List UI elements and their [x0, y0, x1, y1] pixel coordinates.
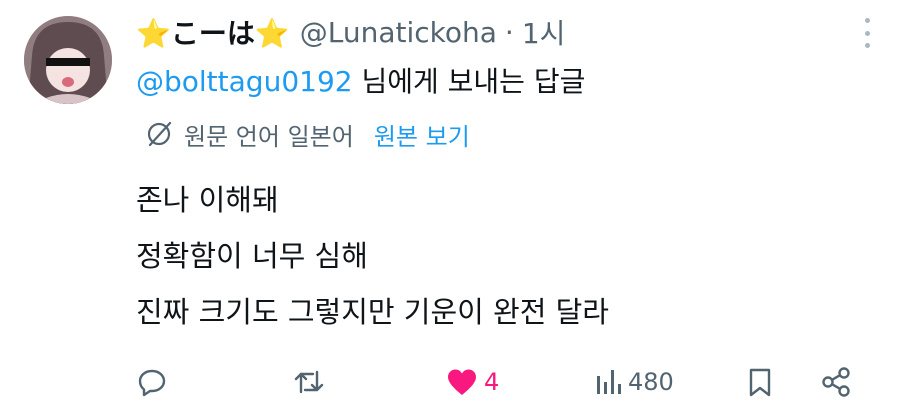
share-icon	[822, 367, 850, 397]
globe-slash-icon	[147, 121, 172, 147]
author-display-name[interactable]: ⭐こーは⭐	[136, 12, 290, 52]
avatar-image	[24, 16, 112, 104]
bookmark-button[interactable]	[746, 362, 774, 402]
like-count: 4	[484, 368, 500, 396]
retweet-icon	[294, 370, 324, 394]
action-bar: 4 480	[136, 362, 866, 402]
views-button[interactable]: 480	[594, 362, 674, 402]
share-button[interactable]	[820, 362, 852, 402]
bookmark-icon	[749, 368, 771, 397]
translation-note: 원문 언어 일본어	[184, 122, 354, 151]
reply-icon	[138, 369, 166, 397]
tweet-timestamp[interactable]: 1시	[522, 12, 566, 52]
heart-icon	[448, 369, 476, 395]
show-original-link[interactable]: 원본 보기	[374, 117, 470, 152]
reply-mention-link[interactable]: @bolttagu0192	[136, 65, 353, 98]
author-handle[interactable]: @Lunatickoha	[300, 16, 497, 49]
separator-dot: ·	[504, 15, 514, 49]
tweet-header: ⭐こーは⭐ @Lunatickoha · 1시	[136, 12, 565, 52]
tweet-text-line: 진짜 크기도 그렇지만 기운이 완전 달라	[136, 295, 609, 329]
translation-bar: 원문 언어 일본어 원본 보기	[144, 114, 470, 154]
more-icon[interactable]	[860, 18, 874, 48]
tweet-text-line: 존나 이해돼	[136, 183, 279, 217]
reply-suffix: 님에게 보내는 답글	[352, 65, 586, 98]
reply-button[interactable]	[136, 362, 168, 402]
view-count: 480	[628, 368, 674, 396]
replying-to: @bolttagu0192 님에게 보내는 답글	[136, 60, 585, 100]
views-icon	[597, 370, 621, 394]
tweet-text: 존나 이해돼 정확함이 너무 심해 진짜 크기도 그렇지만 기운이 완전 달라	[136, 172, 609, 340]
retweet-button[interactable]	[292, 362, 326, 402]
like-button[interactable]: 4	[444, 362, 499, 402]
avatar[interactable]	[24, 16, 112, 104]
tweet-text-line: 정확함이 너무 심해	[136, 239, 368, 273]
